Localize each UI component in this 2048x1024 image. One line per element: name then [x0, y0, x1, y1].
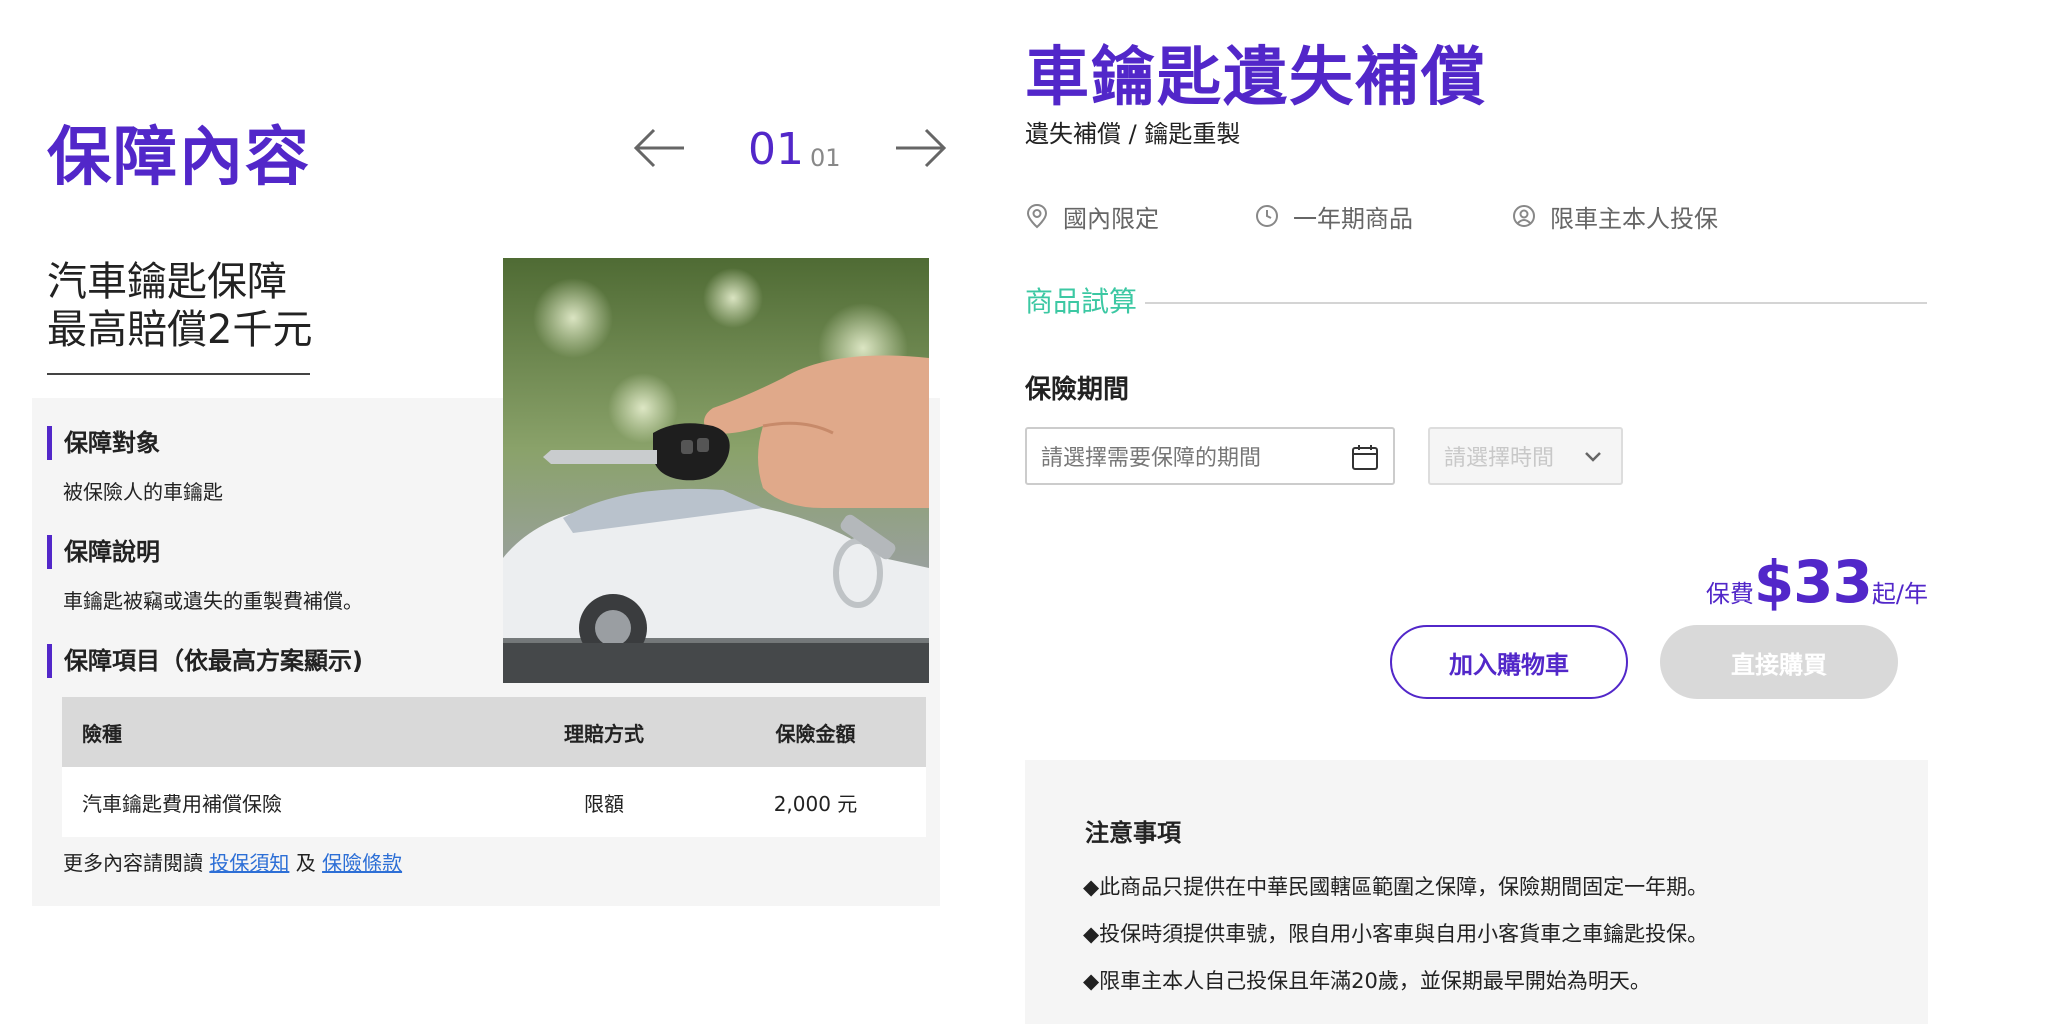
premium-price: 保費$33起/年	[1700, 548, 1928, 616]
product-page: 保障內容 01 01 汽車鑰匙保障 最高賠償2千元 保障對象 被保險人的車鑰匙 …	[0, 0, 2048, 1024]
column-header-method: 理賠方式	[503, 697, 705, 767]
user-icon	[1513, 205, 1535, 227]
notice-item: ◆投保時須提供車號，限自用小客車與自用小客貨車之車鑰匙投保。	[1083, 922, 1709, 946]
coverage-title: 保障內容	[47, 121, 311, 195]
prev-arrow-button[interactable]	[632, 124, 688, 172]
location-pin-icon	[1026, 203, 1048, 229]
more-info-joiner: 及	[295, 851, 316, 875]
cell-type: 汽車鑰匙費用補償保險	[62, 767, 503, 837]
feature-label: 一年期商品	[1293, 204, 1413, 233]
pager-current: 01	[748, 124, 804, 175]
price-suffix: 起/年	[1871, 580, 1928, 608]
arrow-left-icon	[633, 128, 684, 168]
notice-item: ◆此商品只提供在中華民國轄區範圍之保障，保險期間固定一年期。	[1083, 875, 1709, 899]
more-info-text: 更多內容請閱讀 投保須知 及 保險條款	[63, 848, 402, 878]
column-header-amount: 保險金額	[705, 697, 926, 767]
headline-line-1: 汽車鑰匙保障	[47, 259, 287, 305]
image-pager: 01 01	[630, 118, 950, 182]
feature-label: 國內限定	[1063, 204, 1159, 233]
section-text-coverage-desc: 車鑰匙被竊或遺失的重製費補償。	[63, 589, 363, 613]
chevron-down-icon	[1585, 452, 1601, 462]
insurance-period-label: 保險期間	[1025, 375, 1130, 405]
more-info-prefix: 更多內容請閱讀	[63, 851, 203, 875]
notice-title: 注意事項	[1085, 819, 1181, 847]
cell-amount: 2,000 元	[705, 767, 926, 837]
product-subtitle: 遺失補償 / 鑰匙重製	[1025, 120, 1241, 148]
arrow-right-icon	[896, 128, 947, 168]
table-header-row: 險種 理賠方式 保險金額	[62, 697, 926, 767]
calculator-section-label: 商品試算	[1025, 285, 1138, 318]
time-select-placeholder: 請選擇時間	[1444, 446, 1555, 471]
feature-domestic: 國內限定	[1025, 198, 1159, 234]
product-title: 車鑰匙遺失補償	[1025, 41, 1487, 115]
car-key-photo	[503, 258, 929, 683]
price-value: $33	[1753, 548, 1873, 616]
section-label-insured-target: 保障對象	[47, 426, 160, 460]
calculator-divider	[1145, 302, 1927, 304]
column-header-type: 險種	[62, 697, 503, 767]
policy-terms-link[interactable]: 保險條款	[322, 851, 402, 875]
cell-method: 限額	[503, 767, 705, 837]
table-row: 汽車鑰匙費用補償保險 限額 2,000 元	[62, 767, 926, 837]
section-label-coverage-items: 保障項目（依最高方案顯示)	[47, 644, 363, 678]
notice-item: ◆限車主本人自己投保且年滿20歲，並保期最早開始為明天。	[1083, 969, 1651, 993]
section-label-coverage-desc: 保障說明	[47, 535, 160, 569]
headline-divider	[47, 373, 310, 375]
period-date-input[interactable]: 請選擇需要保障的期間	[1025, 427, 1395, 485]
add-to-cart-button[interactable]: 加入購物車	[1390, 625, 1628, 699]
buy-now-button[interactable]: 直接購買	[1660, 625, 1898, 699]
feature-label: 限車主本人投保	[1550, 204, 1718, 233]
headline-line-2: 最高賠償2千元	[47, 307, 313, 353]
product-headline: 汽車鑰匙保障 最高賠償2千元	[47, 258, 312, 354]
date-input-placeholder: 請選擇需要保障的期間	[1041, 446, 1262, 471]
calendar-icon[interactable]	[1351, 443, 1379, 471]
notice-panel: 注意事項 ◆此商品只提供在中華民國轄區範圍之保障，保險期間固定一年期。 ◆投保時…	[1025, 760, 1928, 1024]
clock-icon	[1256, 205, 1278, 227]
price-prefix: 保費	[1705, 580, 1754, 608]
feature-one-year: 一年期商品	[1255, 198, 1413, 234]
insurance-notice-link[interactable]: 投保須知	[209, 851, 289, 875]
section-text-insured-target: 被保險人的車鑰匙	[63, 480, 223, 504]
time-select[interactable]: 請選擇時間	[1428, 427, 1623, 485]
feature-owner-only: 限車主本人投保	[1512, 198, 1718, 234]
pager-total: 01	[810, 144, 841, 172]
coverage-table: 險種 理賠方式 保險金額 汽車鑰匙費用補償保險 限額 2,000 元	[62, 697, 926, 837]
next-arrow-button[interactable]	[892, 124, 948, 172]
